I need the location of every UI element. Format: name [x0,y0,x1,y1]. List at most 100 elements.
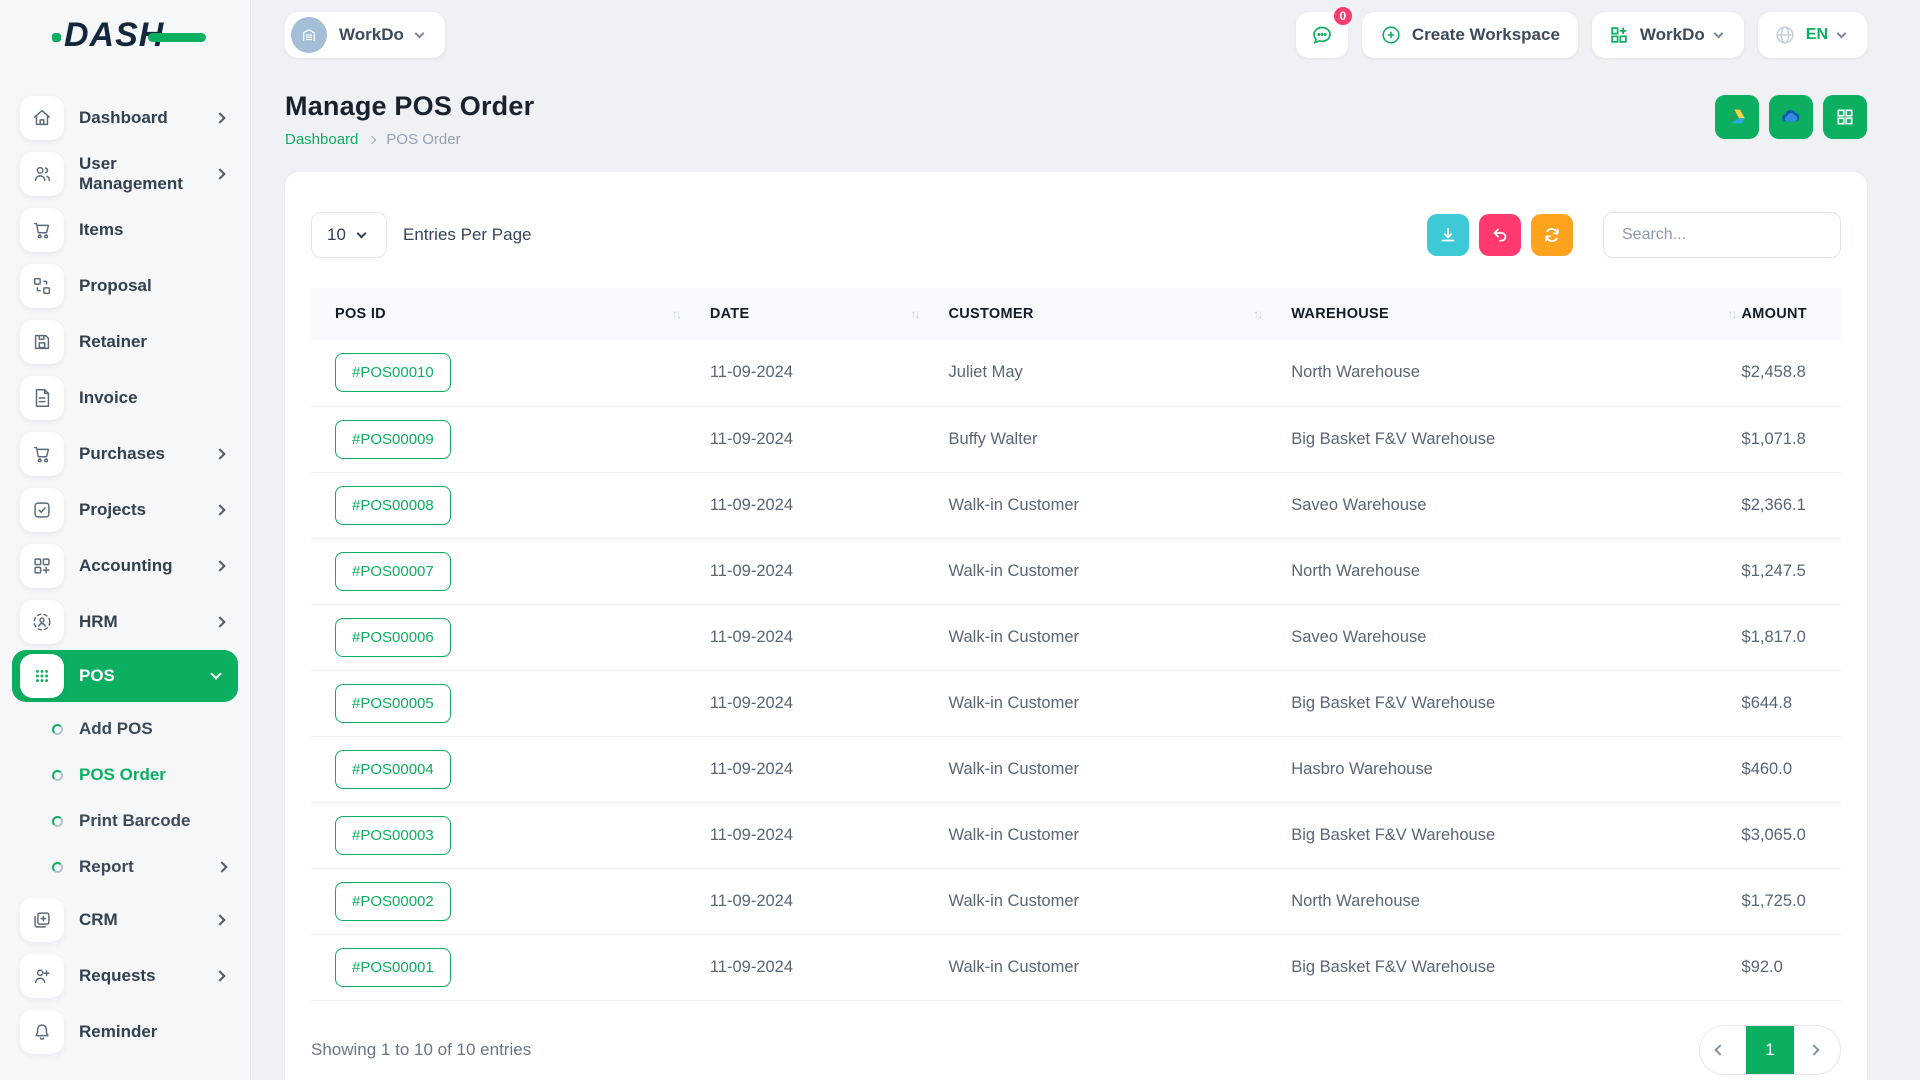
cart-icon [20,208,64,252]
language-selector[interactable]: EN [1758,12,1867,58]
grid-plus-icon [20,544,64,588]
table-row: #POS00008 11-09-2024 Walk-in Customer Sa… [311,472,1841,538]
chevron-right-icon [214,616,225,627]
pos-id-badge[interactable]: #POS00007 [335,552,451,591]
sidebar-nav: Dashboard User Management Items Proposal… [0,70,250,1060]
chevron-right-icon [214,168,225,179]
messages-button[interactable]: 0 [1296,12,1348,58]
showing-entries-text: Showing 1 to 10 of 10 entries [311,1040,531,1060]
warehouse-cell: Big Basket F&V Warehouse [1267,802,1741,868]
export-button[interactable] [1427,214,1469,256]
page-head: Manage POS Order Dashboard POS Order [285,91,1867,148]
column-header-pos-id[interactable]: POS ID ↑↓ [311,288,686,340]
chevron-down-icon [414,29,424,39]
pos-id-badge[interactable]: #POS00008 [335,486,451,525]
download-icon [1438,225,1458,245]
pagination-prev-button[interactable] [1700,1025,1746,1075]
sidebar-item-reminder[interactable]: Reminder [0,1004,250,1060]
chevron-right-icon [214,560,225,571]
sidebar-subitem-add-pos[interactable]: Add POS [0,706,250,752]
sidebar-item-accounting[interactable]: Accounting [0,538,250,594]
sort-icon: ↑↓ [911,307,919,321]
breadcrumb-dashboard-link[interactable]: Dashboard [285,131,358,148]
pagination: 1 [1699,1025,1841,1075]
sidebar-item-user-management[interactable]: User Management [0,146,250,202]
onedrive-button[interactable] [1769,95,1813,139]
date-cell: 11-09-2024 [686,736,925,802]
sidebar-item-projects[interactable]: Projects [0,482,250,538]
grid-plus-icon [1608,24,1630,46]
column-header-date[interactable]: DATE ↑↓ [686,288,925,340]
pos-id-badge[interactable]: #POS00006 [335,618,451,657]
search-input[interactable] [1603,212,1841,258]
customer-cell: Juliet May [925,340,1268,406]
sidebar-item-invoice[interactable]: Invoice [0,370,250,426]
warehouse-cell: North Warehouse [1267,340,1741,406]
amount-cell: $1,071.8 [1742,406,1841,472]
customer-cell: Walk-in Customer [925,934,1268,1000]
person-frame-icon [20,600,64,644]
chevron-left-icon [1714,1044,1725,1055]
chevron-right-icon [214,914,225,925]
app-logo[interactable]: DASH [0,0,250,70]
table-row: #POS00002 11-09-2024 Walk-in Customer No… [311,868,1841,934]
sidebar-item-items[interactable]: Items [0,202,250,258]
google-drive-button[interactable] [1715,95,1759,139]
pos-id-badge[interactable]: #POS00001 [335,948,451,987]
table-header-row: POS ID ↑↓ DATE ↑↓ CUSTOMER ↑↓ WAREHOUSE … [311,288,1841,340]
date-cell: 11-09-2024 [686,538,925,604]
onedrive-icon [1779,105,1803,129]
pagination-page-button[interactable]: 1 [1746,1025,1794,1075]
table-row: #POS00005 11-09-2024 Walk-in Customer Bi… [311,670,1841,736]
sidebar-item-hrm[interactable]: HRM [0,594,250,650]
topbar-actions: 0 Create Workspace WorkDo EN [1296,12,1867,58]
sidebar-item-retainer[interactable]: Retainer [0,314,250,370]
create-workspace-button[interactable]: Create Workspace [1362,12,1578,58]
sidebar-item-requests[interactable]: Requests [0,948,250,1004]
amount-cell: $1,247.5 [1742,538,1841,604]
save-icon [20,320,64,364]
pos-id-badge[interactable]: #POS00005 [335,684,451,723]
pagination-next-button[interactable] [1794,1025,1840,1075]
sidebar-item-purchases[interactable]: Purchases [0,426,250,482]
column-header-amount[interactable]: AMOUNT [1742,288,1841,340]
amount-cell: $460.0 [1742,736,1841,802]
pos-order-card: 10 Entries Per Page [285,172,1867,1080]
sidebar-subitem-report[interactable]: Report [0,844,250,890]
chevron-right-icon [368,135,376,143]
chevron-right-icon [214,970,225,981]
entries-per-page-select[interactable]: 10 [311,212,387,258]
pos-id-badge[interactable]: #POS00003 [335,816,451,855]
pos-id-badge[interactable]: #POS00004 [335,750,451,789]
sidebar-item-proposal[interactable]: Proposal [0,258,250,314]
sidebar-item-crm[interactable]: CRM [0,892,250,948]
pos-id-badge[interactable]: #POS00010 [335,353,451,392]
refresh-icon [1542,225,1562,245]
refresh-button[interactable] [1531,214,1573,256]
grid-view-button[interactable] [1823,95,1867,139]
column-header-customer[interactable]: CUSTOMER ↑↓ [925,288,1268,340]
undo-button[interactable] [1479,214,1521,256]
sidebar-subitem-pos-order[interactable]: POS Order [0,752,250,798]
bullet-ring-icon [52,770,63,781]
proposal-icon [20,264,64,308]
column-header-warehouse[interactable]: WAREHOUSE ↑↓ [1267,288,1741,340]
sidebar-item-dashboard[interactable]: Dashboard [0,90,250,146]
sort-icon: ↑↓ [1253,307,1261,321]
table-row: #POS00010 11-09-2024 Juliet May North Wa… [311,340,1841,406]
workdo-apps-menu[interactable]: WorkDo [1592,12,1744,58]
sort-icon: ↑↓ [672,307,680,321]
warehouse-cell: North Warehouse [1267,538,1741,604]
warehouse-cell: Saveo Warehouse [1267,604,1741,670]
chevron-right-icon [216,861,227,872]
topbar: WorkDo 0 Create Workspace WorkDo EN [250,0,1920,70]
pos-id-badge[interactable]: #POS00002 [335,882,451,921]
table-row: #POS00006 11-09-2024 Walk-in Customer Sa… [311,604,1841,670]
pos-id-badge[interactable]: #POS00009 [335,420,451,459]
workspace-selector[interactable]: WorkDo [285,12,445,58]
pos-order-table: POS ID ↑↓ DATE ↑↓ CUSTOMER ↑↓ WAREHOUSE … [311,288,1841,1001]
sidebar-subitem-print-barcode[interactable]: Print Barcode [0,798,250,844]
table-row: #POS00009 11-09-2024 Buffy Walter Big Ba… [311,406,1841,472]
sidebar-item-pos[interactable]: POS [12,650,238,702]
amount-cell: $92.0 [1742,934,1841,1000]
